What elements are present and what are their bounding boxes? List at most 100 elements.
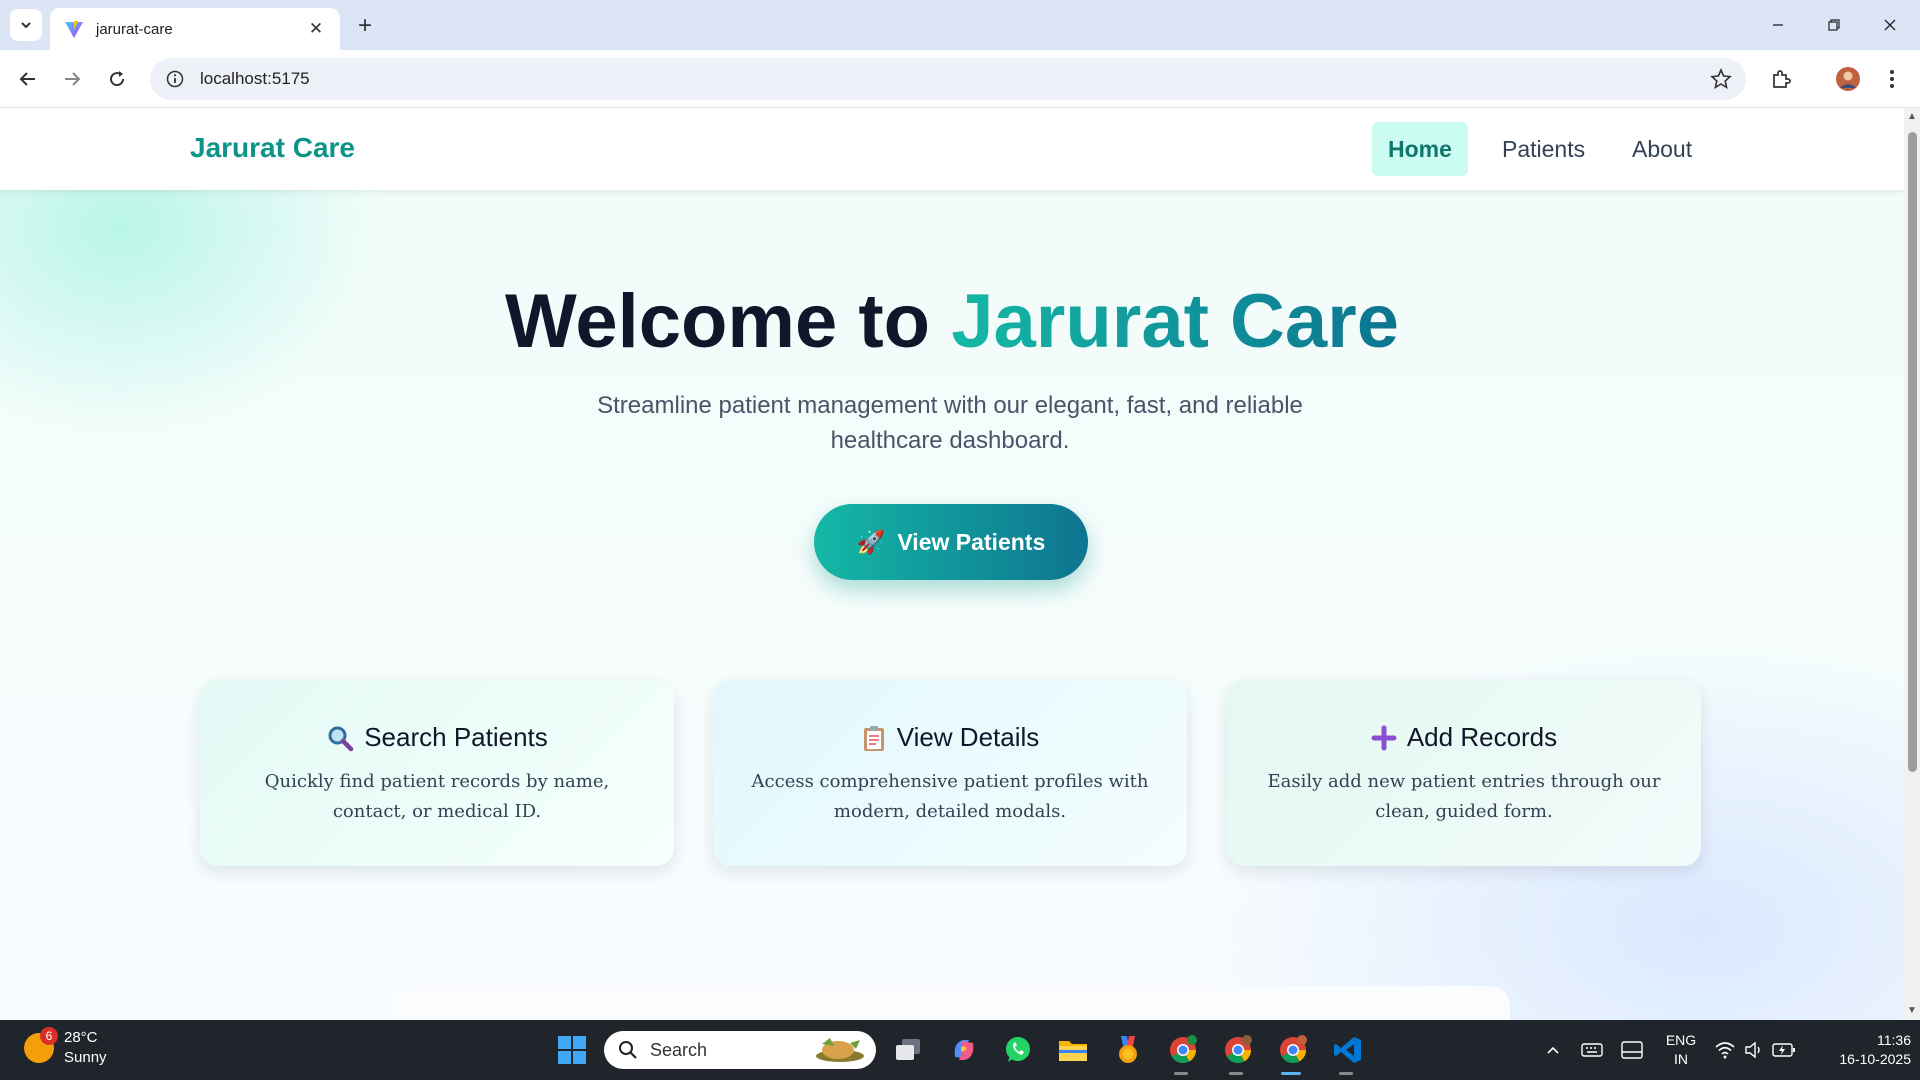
task-view-icon: [896, 1039, 920, 1060]
nav-link-home[interactable]: Home: [1372, 122, 1468, 176]
chrome-icon: [1280, 1035, 1307, 1064]
wifi-icon: [1715, 1042, 1735, 1059]
arrow-left-icon: [19, 72, 35, 86]
hero-title: Welcome to Jarurat Care: [0, 278, 1904, 365]
forward-button[interactable]: [56, 63, 88, 95]
taskbar-search[interactable]: Search: [604, 1031, 876, 1069]
tab-close-icon[interactable]: ✕: [306, 19, 326, 39]
screen-icon: [1621, 1041, 1643, 1059]
active-app-indicator: [1281, 1072, 1301, 1075]
plus-icon: [1371, 725, 1397, 751]
view-patients-button[interactable]: 🚀 View Patients: [814, 504, 1088, 580]
avatar-icon: [1836, 67, 1860, 91]
chrome-profile-1-button[interactable]: [1165, 1032, 1201, 1068]
close-icon: [1884, 19, 1896, 31]
feature-card-add: Add Records Easily add new patient entri…: [1227, 680, 1701, 866]
feature-card-search: Search Patients Quickly find patient rec…: [200, 680, 674, 866]
folder-icon: [1059, 1041, 1087, 1061]
restore-icon: [1828, 19, 1840, 31]
browser-tab-strip: jarurat-care ✕ +: [0, 0, 1920, 50]
hero-subtitle: Streamline patient management with our e…: [597, 392, 1303, 454]
tab-title: jarurat-care: [96, 20, 173, 38]
vite-logo-icon: [65, 21, 83, 38]
feature-description: Quickly find patient records by name, co…: [264, 771, 610, 822]
running-indicator: [1229, 1072, 1243, 1075]
browser-toolbar: localhost:5175: [0, 50, 1920, 108]
running-indicator: [1339, 1072, 1353, 1075]
weather-temperature: 28°C: [64, 1029, 98, 1046]
weather-condition: Sunny: [64, 1049, 107, 1066]
restore-button[interactable]: [1814, 10, 1854, 40]
site-info-icon: [166, 70, 184, 88]
copilot-icon: [954, 1040, 974, 1060]
feature-title: Search Patients: [364, 722, 548, 752]
taskbar: 6 28°C Sunny Search ENG IN 11:36 16-10-2…: [0, 1020, 1920, 1080]
brand-logo[interactable]: Jarurat Care: [190, 132, 355, 164]
clipboard-icon: [861, 724, 887, 752]
show-hidden-icons-button[interactable]: [1535, 1032, 1571, 1068]
start-button[interactable]: [554, 1032, 590, 1068]
page-scrollbar[interactable]: ▲ ▼: [1904, 108, 1920, 1020]
view-patients-label: View Patients: [897, 528, 1046, 555]
tablet-mode-button[interactable]: [1614, 1032, 1650, 1068]
keyboard-icon: [1581, 1043, 1603, 1057]
running-indicator: [1174, 1072, 1188, 1075]
page-viewport: Jarurat Care Home Patients About Welcome…: [0, 108, 1920, 1020]
hero-title-accent: Jarurat Care: [951, 279, 1400, 364]
bookmark-star-icon[interactable]: [1710, 68, 1732, 90]
clock-date: 16-10-2025: [1839, 1051, 1911, 1067]
chevron-down-icon: [21, 22, 31, 29]
vscode-button[interactable]: [1330, 1032, 1366, 1068]
address-bar[interactable]: localhost:5175: [150, 58, 1746, 100]
kebab-menu-icon: [1890, 70, 1894, 88]
file-explorer-button[interactable]: [1055, 1032, 1091, 1068]
chrome-icon: [1170, 1035, 1197, 1064]
notification-badge: 6: [40, 1027, 58, 1045]
region-code: IN: [1674, 1051, 1688, 1067]
sun-icon: 6: [24, 1027, 58, 1063]
chrome-profile-2-button[interactable]: [1220, 1032, 1256, 1068]
copilot-button[interactable]: [946, 1032, 982, 1068]
profile-avatar[interactable]: [1832, 63, 1864, 95]
below-fold-panel: [390, 986, 1510, 1020]
medal-app-button[interactable]: [1110, 1032, 1146, 1068]
system-clock[interactable]: 11:36 16-10-2025: [1805, 1031, 1911, 1069]
input-language-indicator[interactable]: ENG IN: [1660, 1031, 1702, 1069]
battery-charging-icon: [1772, 1043, 1795, 1057]
touch-keyboard-button[interactable]: [1574, 1032, 1610, 1068]
feature-description: Access comprehensive patient profiles wi…: [751, 771, 1149, 822]
feature-description: Easily add new patient entries through o…: [1267, 771, 1661, 822]
reload-icon: [110, 71, 125, 87]
weather-widget[interactable]: 6 28°C Sunny: [24, 1027, 107, 1068]
tab-search-button[interactable]: [10, 9, 42, 41]
language-code: ENG: [1665, 1032, 1697, 1048]
hero-title-prefix: Welcome to: [504, 279, 952, 364]
nav-link-about[interactable]: About: [1616, 122, 1708, 176]
close-window-button[interactable]: [1870, 10, 1910, 40]
search-icon: [619, 1041, 637, 1059]
scroll-up-icon[interactable]: ▲: [1907, 112, 1917, 122]
chrome-profile-3-button[interactable]: [1275, 1032, 1311, 1068]
nav-link-patients[interactable]: Patients: [1486, 122, 1601, 176]
chevron-up-icon: [1547, 1046, 1559, 1054]
scroll-down-icon[interactable]: ▼: [1907, 1006, 1917, 1016]
minimize-button[interactable]: [1758, 10, 1798, 40]
reload-button[interactable]: [101, 63, 133, 95]
quick-settings-button[interactable]: [1710, 1032, 1800, 1068]
windows-logo-icon: [558, 1036, 586, 1064]
medal-icon: [1119, 1036, 1137, 1063]
feature-title: Add Records: [1406, 722, 1558, 752]
url-text: localhost:5175: [200, 69, 310, 88]
scroll-thumb[interactable]: [1908, 132, 1917, 772]
chrome-icon: [1225, 1035, 1252, 1064]
whatsapp-button[interactable]: [1000, 1032, 1036, 1068]
new-tab-button[interactable]: +: [352, 13, 378, 39]
back-button[interactable]: [12, 63, 44, 95]
taskbar-search-placeholder: Search: [650, 1039, 708, 1060]
browser-tab[interactable]: jarurat-care ✕: [50, 8, 340, 50]
whatsapp-icon: [1006, 1037, 1030, 1062]
task-view-button[interactable]: [890, 1032, 926, 1068]
extensions-button[interactable]: [1765, 63, 1797, 95]
browser-menu-button[interactable]: [1876, 63, 1908, 95]
feature-title: View Details: [896, 722, 1040, 752]
